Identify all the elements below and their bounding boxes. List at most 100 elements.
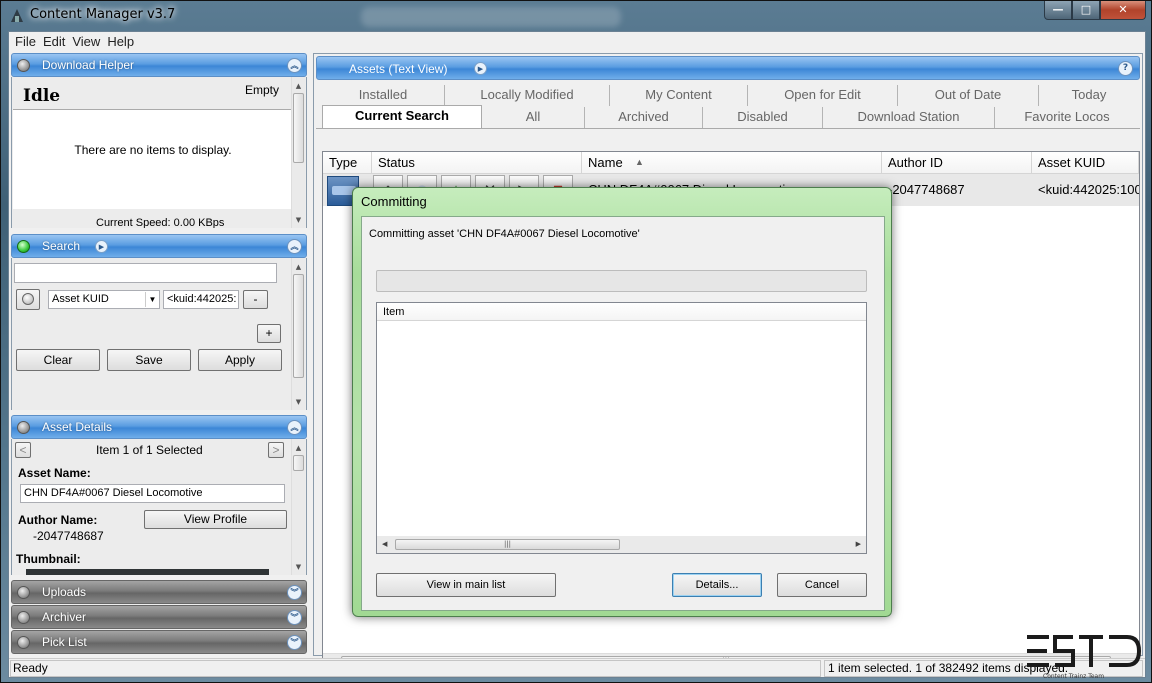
scroll-thumb[interactable] xyxy=(293,455,304,471)
collapse-icon[interactable]: ︽ xyxy=(287,420,302,435)
asset-name-field[interactable]: CHN DF4A#0067 Diesel Locomotive xyxy=(20,484,285,503)
tab-locally-modified[interactable]: Locally Modified xyxy=(445,85,610,106)
tab-open-for-edit[interactable]: Open for Edit xyxy=(748,85,898,106)
tab-my-content[interactable]: My Content xyxy=(610,85,748,106)
tab-current-search[interactable]: Current Search xyxy=(322,105,482,128)
add-criterion-button[interactable]: + xyxy=(257,324,281,343)
search-scrollbar[interactable]: ▲ ▼ xyxy=(291,258,305,410)
window-controls: — □ ✕ xyxy=(1044,1,1146,20)
search-input[interactable] xyxy=(14,263,277,283)
assets-header[interactable]: Assets (Text View) ▶ ? xyxy=(316,56,1140,80)
scroll-down-icon[interactable]: ▼ xyxy=(292,396,305,408)
tab-today[interactable]: Today xyxy=(1039,85,1139,106)
chevron-down-icon[interactable]: ▼ xyxy=(145,292,159,307)
scroll-up-icon[interactable]: ▲ xyxy=(292,442,305,454)
menu-file[interactable]: File xyxy=(15,34,43,49)
left-sidebar: Download Helper ︽ Idle Empty There are n… xyxy=(11,53,308,656)
column-asset-kuid[interactable]: Asset KUID xyxy=(1032,152,1139,174)
tab-all[interactable]: All xyxy=(482,107,585,128)
commit-message: Committing asset 'CHN DF4A#0067 Diesel L… xyxy=(369,228,640,240)
menu-bar: File Edit View Help xyxy=(9,32,1145,51)
collapse-icon[interactable]: ︽ xyxy=(287,58,302,73)
status-bar: Ready 1 item selected. 1 of 382492 items… xyxy=(9,658,1145,677)
expand-icon[interactable]: ︾ xyxy=(287,585,302,600)
download-helper-body: Idle Empty There are no items to display… xyxy=(11,77,307,228)
close-button[interactable]: ✕ xyxy=(1100,1,1146,20)
panel-status-icon xyxy=(17,421,30,434)
column-name[interactable]: Name ▲ xyxy=(582,152,882,174)
app-icon xyxy=(11,9,23,22)
menu-edit[interactable]: Edit xyxy=(43,34,72,49)
asset-kuid-cell: <kuid:442025:100 xyxy=(1038,182,1139,197)
assets-title: Assets (Text View) xyxy=(349,62,448,76)
scroll-up-icon[interactable]: ▲ xyxy=(292,80,305,92)
scroll-left-icon[interactable]: ◀ xyxy=(382,540,387,548)
maximize-button[interactable]: □ xyxy=(1072,1,1100,20)
committing-dialog: Committing Committing asset 'CHN DF4A#00… xyxy=(352,187,892,617)
selection-count: Item 1 of 1 Selected xyxy=(96,443,203,457)
view-profile-button[interactable]: View Profile xyxy=(144,510,287,529)
cancel-button[interactable]: Cancel xyxy=(777,573,867,597)
list-hscrollbar[interactable]: ◀ ||| ▶ xyxy=(377,536,866,553)
commit-item-list[interactable]: Item ◀ ||| ▶ xyxy=(376,302,867,554)
archiver-header[interactable]: Archiver ︾ xyxy=(11,605,307,629)
panel-status-icon xyxy=(17,611,30,624)
download-state: Empty xyxy=(245,83,280,97)
download-helper-title: Download Helper xyxy=(42,58,135,72)
asset-details-header[interactable]: Asset Details ︽ xyxy=(11,415,307,439)
details-scrollbar[interactable]: ▲ ▼ xyxy=(291,439,305,575)
scroll-thumb[interactable] xyxy=(293,93,304,163)
expand-icon[interactable]: ︾ xyxy=(287,635,302,650)
help-icon[interactable]: ? xyxy=(1118,61,1133,76)
clear-button[interactable]: Clear xyxy=(16,349,100,371)
title-bar[interactable]: Content Manager v3.7 — □ ✕ xyxy=(1,1,1152,31)
tab-favorite-locos[interactable]: Favorite Locos xyxy=(995,107,1139,128)
prev-item-button[interactable]: < xyxy=(15,442,31,458)
search-mode-button[interactable] xyxy=(16,289,40,310)
collapse-icon[interactable]: ︽ xyxy=(287,239,302,254)
uploads-title: Uploads xyxy=(42,585,87,599)
next-item-button[interactable]: > xyxy=(268,442,284,458)
save-button[interactable]: Save xyxy=(107,349,191,371)
play-icon[interactable]: ▶ xyxy=(474,62,487,75)
column-item[interactable]: Item xyxy=(377,303,866,321)
scroll-right-icon[interactable]: ▶ xyxy=(856,540,861,548)
apply-button[interactable]: Apply xyxy=(198,349,282,371)
scroll-up-icon[interactable]: ▲ xyxy=(292,261,305,273)
expand-icon[interactable]: ︾ xyxy=(287,610,302,625)
menu-help[interactable]: Help xyxy=(107,34,141,49)
pick-list-header[interactable]: Pick List ︾ xyxy=(11,630,307,654)
download-status: Idle xyxy=(23,86,61,106)
tab-download-station[interactable]: Download Station xyxy=(823,107,995,128)
author-id-cell: -2047748687 xyxy=(888,182,965,197)
toggle-icon xyxy=(22,293,34,305)
field-select[interactable]: Asset KUID ▼ xyxy=(48,290,160,309)
details-button[interactable]: Details... xyxy=(672,573,762,597)
download-helper-header[interactable]: Download Helper ︽ xyxy=(11,53,307,77)
minimize-button[interactable]: — xyxy=(1044,1,1072,20)
current-speed: Current Speed: 0.00 KBps xyxy=(96,217,225,228)
tab-installed[interactable]: Installed xyxy=(322,85,445,106)
tab-out-of-date[interactable]: Out of Date xyxy=(898,85,1039,106)
column-type[interactable]: Type xyxy=(323,152,372,174)
search-title: Search xyxy=(42,239,81,253)
remove-criterion-button[interactable]: - xyxy=(243,290,268,309)
play-icon[interactable]: ▶ xyxy=(95,240,108,253)
tab-divider xyxy=(316,128,1140,129)
download-scrollbar[interactable]: ▲ ▼ xyxy=(291,77,305,228)
menu-view[interactable]: View xyxy=(72,34,107,49)
scroll-thumb[interactable] xyxy=(293,274,304,378)
application-window: Content Manager v3.7 — □ ✕ File Edit Vie… xyxy=(0,0,1152,683)
column-status[interactable]: Status xyxy=(372,152,582,174)
search-header[interactable]: Search ▶ ︽ xyxy=(11,234,307,258)
tab-disabled[interactable]: Disabled xyxy=(703,107,823,128)
scroll-thumb[interactable]: ||| xyxy=(395,539,620,550)
field-value-input[interactable]: <kuid:442025: xyxy=(163,290,239,309)
column-author-id[interactable]: Author ID xyxy=(882,152,1032,174)
scroll-down-icon[interactable]: ▼ xyxy=(292,214,305,226)
uploads-header[interactable]: Uploads ︾ xyxy=(11,580,307,604)
scroll-down-icon[interactable]: ▼ xyxy=(292,561,305,573)
tab-archived[interactable]: Archived xyxy=(585,107,703,128)
view-in-main-list-button[interactable]: View in main list xyxy=(376,573,556,597)
title-blur-region xyxy=(361,7,621,27)
